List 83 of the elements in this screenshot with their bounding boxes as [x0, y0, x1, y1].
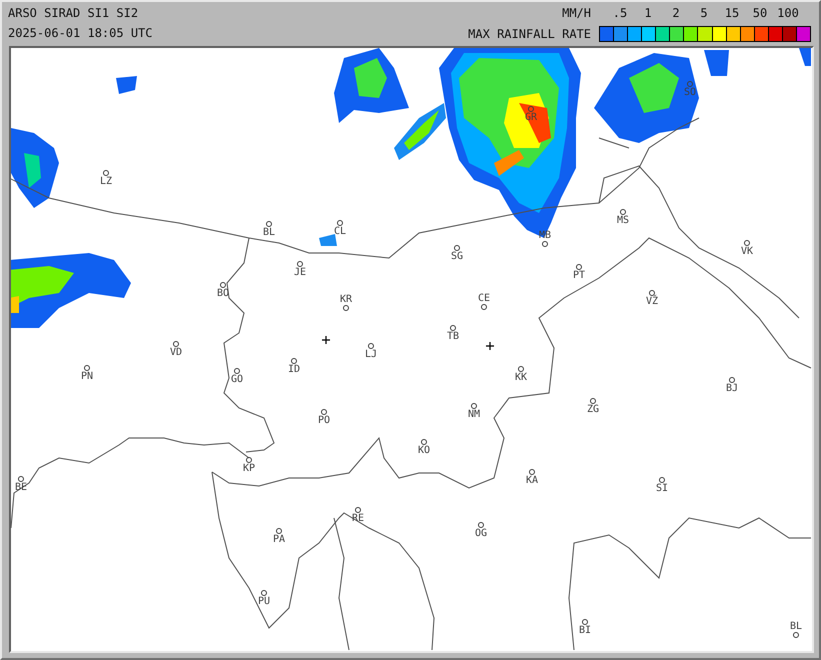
station-marker-icon	[478, 522, 484, 528]
station-marker-icon	[481, 304, 487, 310]
station-marker-icon	[84, 365, 90, 371]
station-label: GO	[230, 374, 244, 385]
station-label: BL	[790, 621, 802, 632]
station-label: SG	[450, 251, 464, 262]
station-label: NM	[468, 409, 480, 420]
scale-value: 50	[752, 6, 768, 20]
station-marker-icon	[297, 261, 303, 267]
station-marker-icon	[220, 282, 226, 288]
station-marker-icon	[234, 368, 240, 374]
station-label: KO	[418, 445, 430, 456]
station-marker-icon	[687, 81, 693, 87]
scale-value: 1	[643, 6, 653, 20]
station-marker-icon	[454, 245, 460, 251]
station-marker-icon	[744, 240, 750, 246]
station-label: VD	[170, 347, 182, 358]
station-marker-icon	[321, 409, 327, 415]
station-label: CE	[478, 293, 490, 304]
station-marker-icon	[649, 290, 655, 296]
station-marker-icon	[291, 358, 297, 364]
station-marker-icon	[103, 170, 109, 176]
radar-site-icon	[485, 341, 495, 351]
radar-site-icon	[321, 335, 331, 345]
station-label: OG	[474, 528, 488, 539]
station-marker-icon	[276, 528, 282, 534]
station-marker-icon	[337, 220, 343, 226]
scale-value: 15	[724, 6, 740, 20]
station-label: KR	[340, 294, 352, 305]
station-marker-icon	[582, 619, 588, 625]
station-marker-icon	[18, 476, 24, 482]
station-marker-icon	[246, 457, 252, 463]
station-label: CL	[334, 226, 346, 237]
station-label: PO	[318, 415, 330, 426]
station-label: LZ	[100, 176, 112, 187]
station-marker-icon	[518, 366, 524, 372]
unit-label: MM/H	[562, 6, 591, 20]
station-marker-icon	[590, 398, 596, 404]
station-marker-icon	[450, 325, 456, 331]
legend-title: MAX RAINFALL RATE	[468, 27, 591, 41]
station-label: BL	[262, 227, 276, 238]
station-label: SO	[684, 87, 696, 98]
station-marker-icon	[529, 469, 535, 475]
station-marker-icon	[542, 241, 548, 247]
station-label: RE	[352, 513, 364, 524]
station-label: KA	[526, 475, 538, 486]
station-label: PU	[258, 596, 270, 607]
station-label: BI	[578, 625, 592, 636]
station-label: JE	[294, 267, 306, 278]
scale-value: 5	[699, 6, 709, 20]
station-label: ZG	[586, 404, 600, 415]
station-marker-icon	[355, 507, 361, 513]
station-label: VŽ	[646, 296, 658, 307]
station-marker-icon	[266, 221, 272, 227]
station-label: PT	[572, 270, 586, 281]
station-label: ID	[288, 364, 300, 375]
station-label: PA	[272, 534, 286, 545]
station-marker-icon	[343, 305, 349, 311]
station-label: KP	[242, 463, 256, 474]
station-label: PN	[80, 371, 94, 382]
station-marker-icon	[471, 403, 477, 409]
station-marker-icon	[620, 209, 626, 215]
station-marker-icon	[368, 343, 374, 349]
station-marker-icon	[659, 477, 665, 483]
station-marker-icon	[729, 377, 735, 383]
station-label: SI	[656, 483, 668, 494]
station-label: TB	[446, 331, 460, 342]
scale-value: .5	[612, 6, 628, 20]
station-label: LJ	[364, 349, 378, 360]
timestamp: 2025-06-01 18:05 UTC	[8, 26, 152, 40]
product-title: ARSO SIRAD SI1 SI2	[8, 6, 140, 20]
station-marker-icon	[421, 439, 427, 445]
station-label: MS	[616, 215, 630, 226]
station-label: KK	[514, 372, 528, 383]
station-marker-icon	[793, 632, 799, 638]
station-marker-icon	[261, 590, 267, 596]
station-marker-icon	[576, 264, 582, 270]
scale-value: 100	[776, 6, 800, 20]
station-label: VK	[740, 246, 754, 257]
station-label: BJ	[726, 383, 738, 394]
station-marker-icon	[173, 341, 179, 347]
scale-value: 2	[671, 6, 681, 20]
station-marker-icon	[528, 106, 534, 112]
